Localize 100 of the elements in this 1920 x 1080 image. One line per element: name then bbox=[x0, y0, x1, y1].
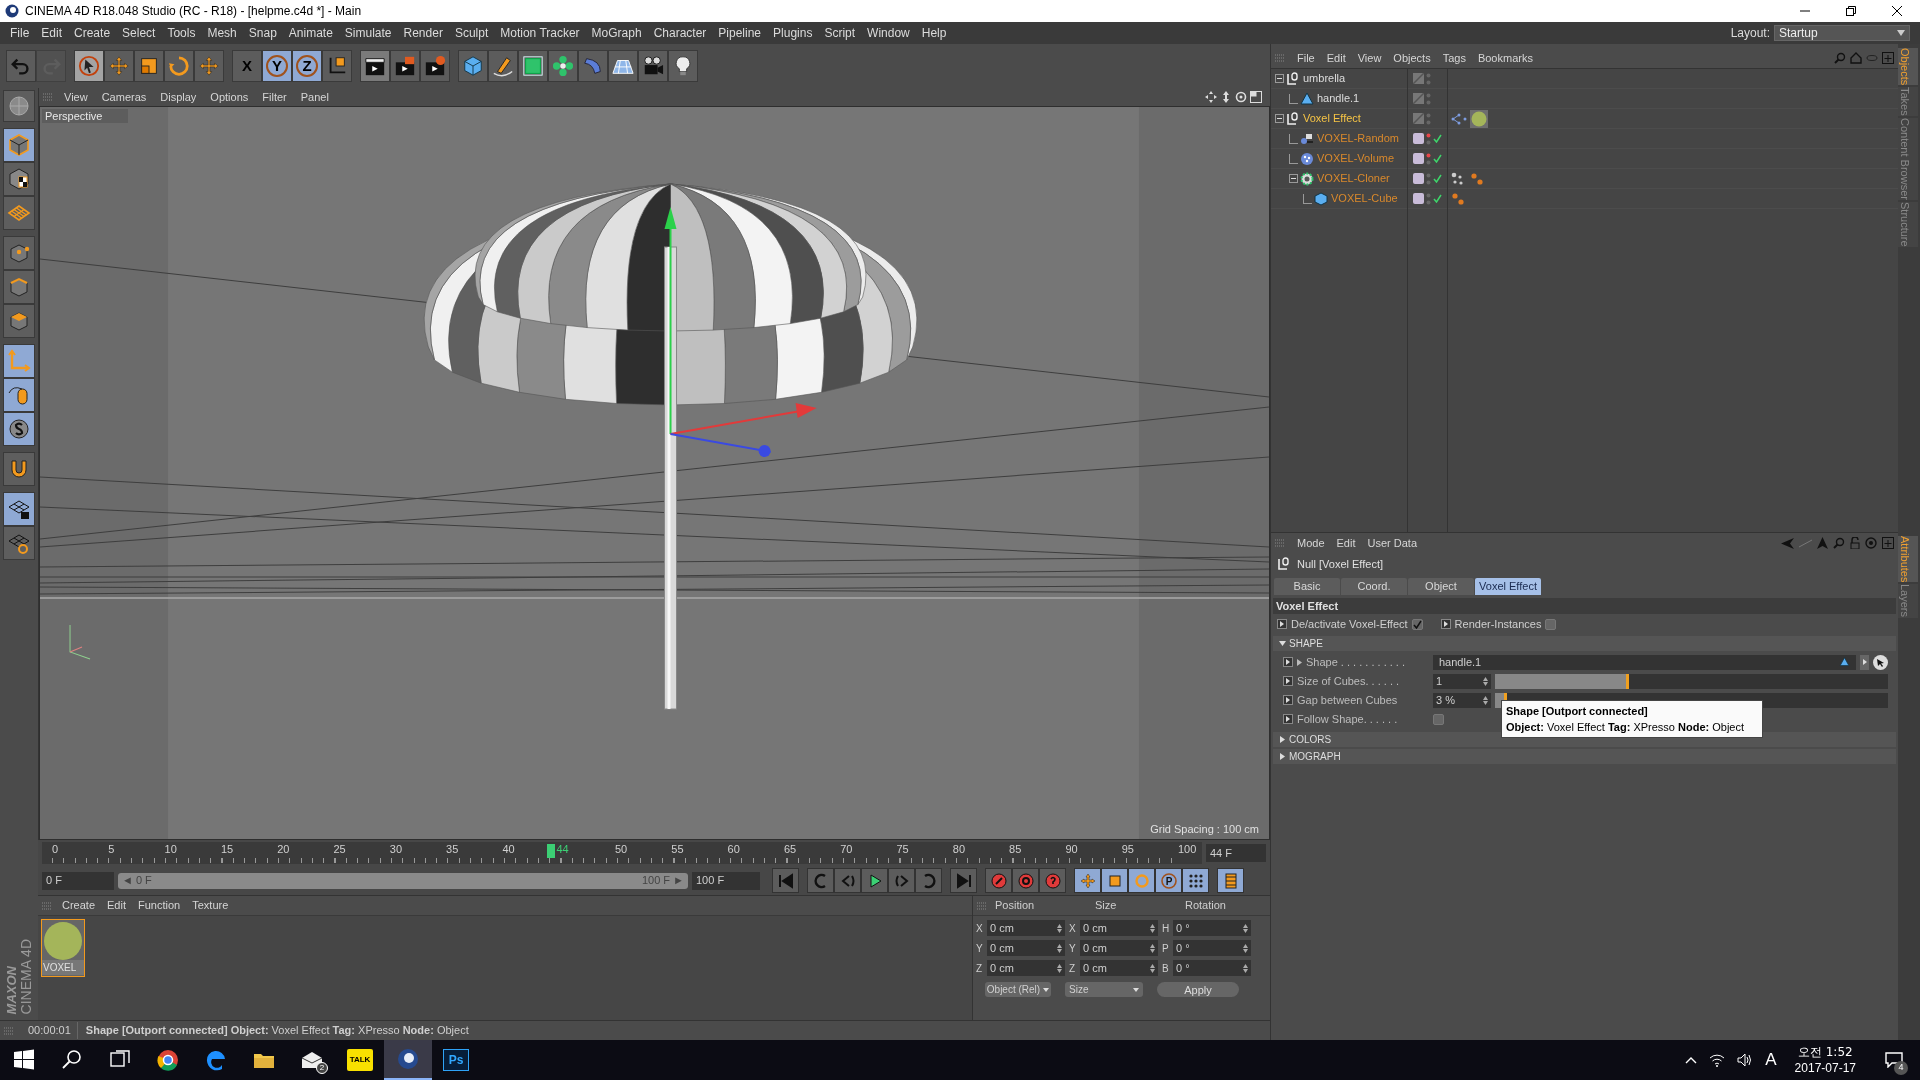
object-menu-item[interactable]: File bbox=[1291, 49, 1321, 67]
menu-item[interactable]: Window bbox=[861, 24, 916, 42]
object-name[interactable]: VOXEL-Volume bbox=[1317, 150, 1395, 167]
attributes-menu-item[interactable]: Mode bbox=[1291, 534, 1331, 552]
axis-lock-button[interactable]: Y bbox=[262, 50, 292, 82]
menu-item[interactable]: Pipeline bbox=[712, 24, 768, 42]
value-field[interactable]: 0 cm bbox=[987, 940, 1065, 956]
menu-item[interactable]: Create bbox=[68, 24, 117, 42]
keyframe-icon[interactable] bbox=[1277, 619, 1287, 629]
object-name[interactable]: Voxel Effect bbox=[1303, 110, 1361, 127]
go-to-end-button[interactable] bbox=[950, 868, 977, 893]
selection-tag-icon[interactable] bbox=[1451, 191, 1465, 206]
viewport-menu-item[interactable]: View bbox=[57, 88, 95, 106]
value-field[interactable]: 0 ° bbox=[1173, 920, 1251, 936]
previous-frame-button[interactable] bbox=[834, 868, 861, 893]
object-menu-item[interactable]: Objects bbox=[1387, 49, 1437, 67]
checkbox[interactable] bbox=[1545, 618, 1557, 630]
visibility-dots-icon[interactable] bbox=[1426, 112, 1431, 125]
viewport-menu-item[interactable]: Filter bbox=[255, 88, 294, 106]
object-menu-item[interactable]: Bookmarks bbox=[1471, 49, 1539, 67]
attributes-menu-item[interactable]: Edit bbox=[1330, 534, 1362, 552]
slider-fill[interactable] bbox=[1495, 673, 1629, 689]
visibility-dots-icon[interactable] bbox=[1426, 132, 1431, 145]
xpresso-tag-icon[interactable] bbox=[1451, 111, 1467, 126]
value-field[interactable]: 0 cm bbox=[987, 920, 1065, 936]
viewport-menu-item[interactable]: Cameras bbox=[94, 88, 154, 106]
scale-button[interactable] bbox=[134, 50, 164, 82]
next-key-button[interactable] bbox=[915, 868, 942, 893]
viewport-menu-item[interactable]: Options bbox=[203, 88, 256, 106]
workplane-mode-button[interactable] bbox=[3, 196, 35, 230]
mail-taskbar-button[interactable]: 2 bbox=[288, 1040, 336, 1080]
attribute-tab[interactable]: Basic bbox=[1274, 578, 1340, 595]
chevron-up-icon[interactable] bbox=[1685, 1056, 1698, 1064]
enabled-check-icon[interactable] bbox=[1433, 194, 1442, 203]
menu-item[interactable]: Edit bbox=[35, 24, 69, 42]
checkbox[interactable] bbox=[1411, 618, 1423, 630]
play-button[interactable] bbox=[861, 868, 888, 893]
layer-swatch[interactable] bbox=[1413, 193, 1424, 204]
photoshop-taskbar-button[interactable]: Ps bbox=[432, 1040, 480, 1080]
polygons-mode-button[interactable] bbox=[3, 304, 35, 338]
layer-swatch-icon[interactable] bbox=[1413, 113, 1424, 124]
live-selection-button[interactable] bbox=[74, 50, 104, 82]
pick-object-button[interactable] bbox=[1873, 654, 1888, 670]
side-tab[interactable]: Objects bbox=[1898, 48, 1918, 86]
material-menu-item[interactable]: Function bbox=[132, 897, 187, 914]
size-mode-dropdown[interactable]: Size bbox=[1065, 982, 1143, 997]
keyframe-icon[interactable] bbox=[1283, 657, 1293, 667]
enabled-check-icon[interactable] bbox=[1433, 134, 1442, 143]
expand-toggle-icon[interactable] bbox=[1275, 74, 1284, 83]
value-field[interactable]: 0 cm bbox=[1080, 940, 1158, 956]
parameter-key-button[interactable]: P bbox=[1155, 868, 1182, 893]
wifi-icon[interactable] bbox=[1709, 1053, 1726, 1067]
cinema-taskbar-button[interactable] bbox=[384, 1040, 432, 1080]
layout-dropdown[interactable]: Startup bbox=[1774, 25, 1910, 41]
menu-item[interactable]: Animate bbox=[282, 24, 339, 42]
current-frame-marker[interactable] bbox=[547, 844, 556, 858]
viewport-menu-item[interactable]: Display bbox=[153, 88, 204, 106]
planar-mode-button[interactable] bbox=[3, 526, 35, 560]
object-name[interactable]: VOXEL-Cloner bbox=[1317, 170, 1390, 187]
timeline-ruler[interactable]: 0 5 10 15 20 25 30 35 40 44 50 55 60 65 70 75 80 85 90 95 100 bbox=[42, 842, 1202, 864]
undo-button[interactable] bbox=[6, 50, 36, 82]
object-menu-item[interactable]: Tags bbox=[1436, 49, 1472, 67]
menu-item[interactable]: Plugins bbox=[767, 24, 819, 42]
orbit-icon[interactable] bbox=[1235, 91, 1247, 103]
model-mode-button[interactable] bbox=[3, 128, 35, 162]
number-field[interactable]: 1 bbox=[1433, 673, 1491, 689]
menu-item[interactable]: Character bbox=[647, 24, 713, 42]
coordinate-mode-dropdown[interactable]: Object (Rel) bbox=[985, 982, 1051, 997]
menu-item[interactable]: Snap bbox=[242, 24, 283, 42]
camera-button[interactable] bbox=[638, 50, 668, 82]
input-mode-indicator[interactable]: A bbox=[1765, 1047, 1777, 1073]
axis-lock-button[interactable]: Z bbox=[292, 50, 322, 82]
keyframe-icon[interactable] bbox=[1283, 695, 1293, 705]
object-name[interactable]: umbrella bbox=[1303, 70, 1346, 87]
expand-toggle-icon[interactable] bbox=[1275, 114, 1284, 123]
volume-icon[interactable] bbox=[1737, 1053, 1754, 1067]
render-view-button[interactable] bbox=[360, 50, 390, 82]
autokey-button[interactable] bbox=[1012, 868, 1039, 893]
move-button[interactable] bbox=[104, 50, 134, 82]
layer-swatch-icon[interactable] bbox=[1413, 73, 1424, 84]
layer-swatch[interactable] bbox=[1413, 153, 1424, 164]
checkbox[interactable] bbox=[1433, 713, 1444, 725]
next-frame-button[interactable] bbox=[888, 868, 915, 893]
apply-button[interactable]: Apply bbox=[1157, 982, 1239, 997]
attributes-menu-item[interactable]: User Data bbox=[1361, 534, 1424, 552]
layer-swatch[interactable] bbox=[1413, 173, 1424, 184]
notification-center-button[interactable]: 4 bbox=[1874, 1040, 1914, 1080]
object-menu-item[interactable]: View bbox=[1351, 49, 1388, 67]
go-to-start-button[interactable] bbox=[772, 868, 799, 893]
visibility-dots-icon[interactable] bbox=[1426, 192, 1431, 205]
side-tab[interactable]: Attributes bbox=[1898, 536, 1918, 583]
start-frame-field[interactable]: 0 F bbox=[42, 871, 114, 890]
material-swatch[interactable]: VOXEL bbox=[41, 919, 85, 977]
snap-mode-button[interactable] bbox=[3, 452, 35, 486]
previous-key-button[interactable] bbox=[807, 868, 834, 893]
menu-item[interactable]: MoGraph bbox=[585, 24, 648, 42]
object-name[interactable]: VOXEL-Random bbox=[1317, 130, 1399, 147]
end-frame-field[interactable]: 100 F bbox=[692, 871, 760, 890]
slider-track[interactable] bbox=[1495, 673, 1888, 689]
menu-item[interactable]: Render bbox=[397, 24, 449, 42]
